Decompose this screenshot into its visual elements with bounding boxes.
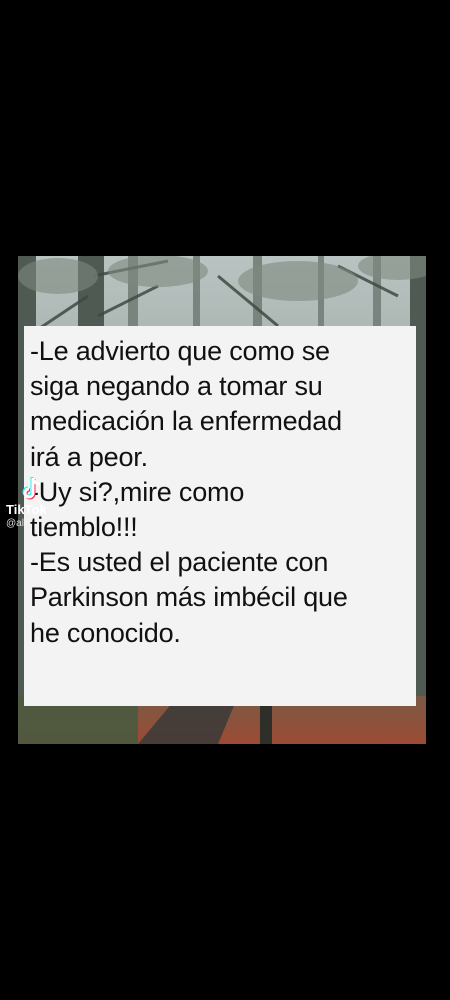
text-line: -Uy si?,mire como [30, 476, 245, 507]
joke-text: -Le advierto que como se siga negando a … [30, 334, 414, 651]
text-line: -Es usted el paciente con [30, 547, 329, 578]
text-line: Parkinson más imbécil que [30, 582, 348, 613]
text-line: -Le advierto que como se [30, 336, 330, 366]
text-line: tiemblo!!! [30, 511, 138, 542]
tiktok-watermark: TikTok @al [4, 476, 56, 532]
text-line: medicación la enfermedad [30, 406, 342, 437]
tiktok-brand: TikTok [6, 502, 47, 517]
tiktok-logo-icon [22, 477, 41, 500]
tiktok-handle: @al [6, 518, 24, 529]
screen: { "photo": { "description_icon": "forest… [0, 0, 450, 1000]
text-line: siga negando a tomar su [30, 371, 323, 402]
text-line: he conocido. [30, 617, 181, 648]
text-line: irá a peor. [30, 441, 148, 472]
